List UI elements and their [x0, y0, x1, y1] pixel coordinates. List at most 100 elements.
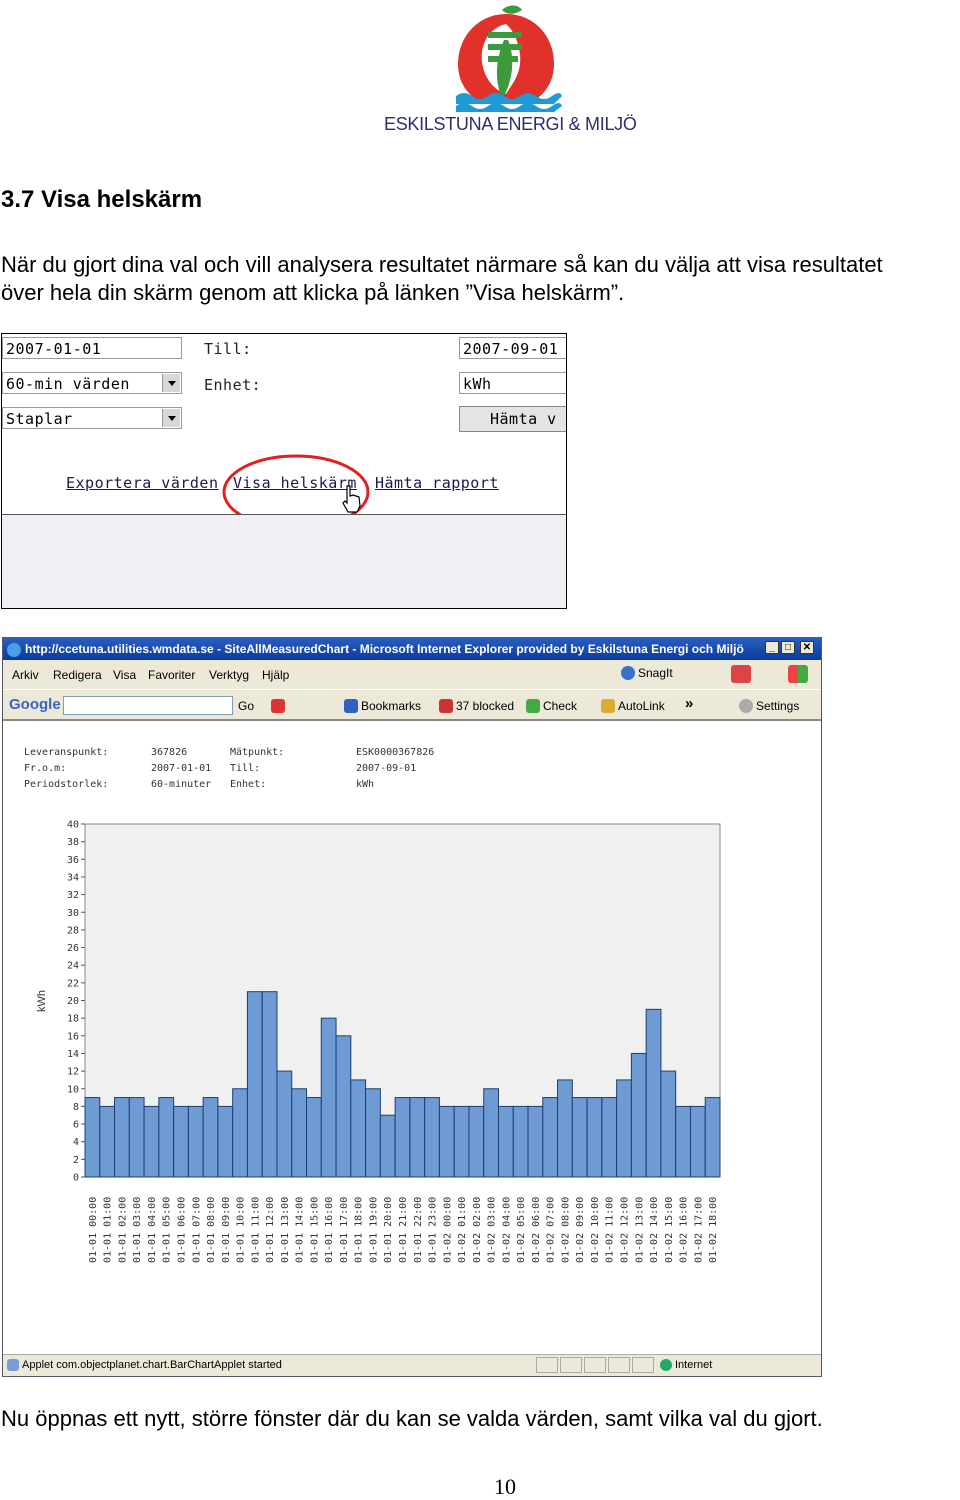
y-tick-label: 10 [67, 1084, 79, 1095]
x-tick-label: 01-01 22:00 [413, 1197, 424, 1263]
gmail-icon[interactable] [271, 699, 285, 713]
more-chevron-icon[interactable]: » [685, 695, 693, 712]
resolution-select[interactable]: 60-min värden [2, 372, 182, 394]
x-tick-label: 01-01 17:00 [339, 1197, 350, 1263]
go-button[interactable]: Go [238, 699, 254, 713]
till-date-field[interactable]: 2007-09-01 [459, 337, 566, 359]
y-tick-label: 34 [67, 872, 79, 883]
bar [335, 1035, 352, 1178]
bar [114, 1097, 130, 1178]
menu-bar: Arkiv Redigera Visa Favoriter Verktyg Hj… [3, 660, 821, 689]
page-content: Leveranspunkt: 367826 Mätpunkt: ESK00003… [3, 719, 821, 1354]
blocked-label: 37 blocked [456, 699, 515, 713]
y-tick-label: 28 [67, 925, 79, 936]
bar-chart: kWh 024681012141618202224262830323436384… [36, 820, 721, 1263]
bar [601, 1097, 618, 1178]
bar [453, 1105, 470, 1178]
x-tick-label: 01-01 08:00 [206, 1197, 217, 1263]
bar [128, 1097, 145, 1178]
menu-favoriter[interactable]: Favoriter [148, 668, 195, 682]
bar [616, 1079, 632, 1178]
pdf-icon[interactable] [731, 665, 751, 683]
y-tick-label: 30 [67, 908, 79, 919]
snagit-label: SnagIt [638, 666, 673, 680]
fetch-values-button[interactable]: Hämta v [459, 406, 566, 432]
y-tick-label: 2 [73, 1155, 79, 1166]
bar [675, 1105, 691, 1178]
bar [291, 1088, 308, 1178]
x-tick-label: 01-02 01:00 [457, 1197, 468, 1263]
menu-arkiv[interactable]: Arkiv [12, 668, 39, 682]
google-logo: Google [9, 696, 61, 713]
x-tick-label: 01-01 01:00 [103, 1197, 114, 1263]
unit-field[interactable]: kWh [459, 372, 566, 394]
x-tick-label: 01-01 15:00 [309, 1197, 320, 1263]
google-toolbar: Google Go Bookmarks 37 blocked Check Aut… [3, 689, 821, 720]
menu-redigera[interactable]: Redigera [53, 668, 102, 682]
maximize-icon[interactable]: □ [781, 641, 795, 654]
bar [468, 1105, 485, 1178]
from-date-field[interactable]: 2007-01-01 [2, 337, 182, 359]
x-tick-label: 01-02 06:00 [531, 1197, 542, 1263]
settings-button[interactable]: Settings [739, 699, 799, 713]
status-cell [632, 1357, 654, 1373]
x-tick-label: 01-02 18:00 [708, 1197, 719, 1263]
applet-icon [7, 1359, 19, 1371]
closing-paragraph: Nu öppnas ett nytt, större fönster där d… [1, 1406, 823, 1431]
check-label: Check [543, 699, 578, 713]
snagit-button[interactable]: SnagIt [621, 666, 673, 680]
menu-visa[interactable]: Visa [113, 668, 136, 682]
y-tick-label: 16 [67, 1031, 79, 1042]
menu-hjalp[interactable]: Hjälp [262, 668, 289, 682]
x-tick-label: 01-01 21:00 [398, 1197, 409, 1263]
x-tick-label: 01-01 10:00 [236, 1197, 247, 1263]
fetch-report-link[interactable]: Hämta rapport [375, 474, 499, 492]
menu-verktyg[interactable]: Verktyg [209, 668, 249, 682]
x-tick-label: 01-01 09:00 [221, 1197, 232, 1263]
status-cell [584, 1357, 606, 1373]
minimize-icon[interactable]: _ [765, 641, 779, 654]
bar [704, 1097, 721, 1178]
popup-blocker-button[interactable]: 37 blocked [439, 699, 514, 713]
x-tick-label: 01-02 05:00 [516, 1197, 527, 1263]
bookmarks-button[interactable]: Bookmarks [344, 699, 421, 713]
google-search-input[interactable] [63, 696, 233, 715]
x-tick-label: 01-01 04:00 [147, 1197, 158, 1263]
intro-line-2: över hela din skärm genom att klicka på … [1, 280, 625, 305]
autolink-button[interactable]: AutoLink [601, 699, 665, 713]
x-tick-label: 01-01 14:00 [295, 1197, 306, 1263]
bar [660, 1070, 677, 1178]
x-tick-label: 01-02 14:00 [649, 1197, 660, 1263]
hand-cursor-icon [342, 485, 361, 513]
y-tick-label: 20 [67, 996, 79, 1007]
y-tick-label: 32 [67, 890, 79, 901]
x-tick-label: 01-01 02:00 [117, 1197, 128, 1263]
chart-type-value: Staplar [6, 410, 73, 428]
x-tick-label: 01-02 07:00 [546, 1197, 557, 1263]
globe-icon [660, 1359, 672, 1371]
x-tick-label: 01-01 03:00 [132, 1197, 143, 1263]
bar [557, 1079, 573, 1178]
chart-type-select[interactable]: Staplar [2, 407, 182, 429]
x-tick-label: 01-02 02:00 [472, 1197, 483, 1263]
spellcheck-button[interactable]: Check [526, 699, 577, 713]
blocker-icon [439, 699, 453, 713]
settings-label: Settings [756, 699, 800, 713]
intro-paragraph: När du gjort dina val och vill analysera… [1, 251, 883, 307]
export-values-link[interactable]: Exportera värden [66, 474, 219, 492]
bar [645, 1008, 662, 1178]
x-tick-label: 01-01 12:00 [265, 1197, 276, 1263]
chevron-down-icon[interactable] [162, 374, 180, 392]
y-tick-label: 24 [67, 961, 79, 972]
chevron-down-icon[interactable] [162, 409, 180, 427]
bar [320, 1017, 337, 1178]
bar [630, 1052, 647, 1178]
x-tick-label: 01-01 07:00 [191, 1197, 202, 1263]
close-icon[interactable]: ✕ [800, 641, 814, 654]
y-tick-label: 0 [73, 1173, 79, 1184]
x-tick-label: 01-02 00:00 [442, 1197, 453, 1263]
y-tick-label: 26 [67, 943, 79, 954]
bar [438, 1105, 455, 1178]
x-tick-label: 01-01 00:00 [88, 1197, 99, 1263]
browser-window-screenshot: http://ccetuna.utilities.wmdata.se - Sit… [2, 637, 822, 1377]
